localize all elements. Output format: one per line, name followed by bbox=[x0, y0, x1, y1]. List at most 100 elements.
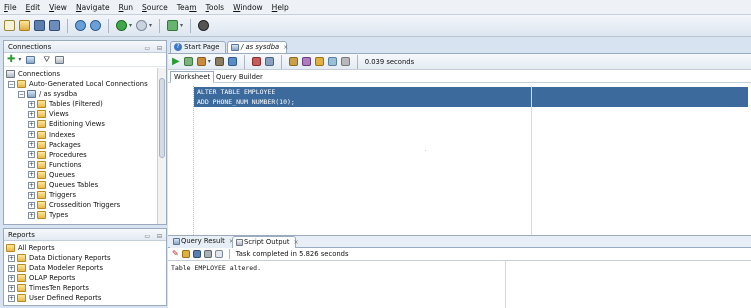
close-icon[interactable]: × bbox=[293, 239, 298, 246]
menu-window[interactable]: Window bbox=[233, 0, 263, 15]
add-connection-icon[interactable]: ✚ bbox=[7, 54, 15, 65]
run-script-icon[interactable] bbox=[183, 57, 193, 66]
report-node[interactable]: + OLAP Reports bbox=[6, 273, 166, 283]
expand-icon[interactable]: + bbox=[28, 161, 35, 169]
save-icon[interactable] bbox=[192, 250, 201, 258]
commit-icon[interactable] bbox=[227, 57, 237, 66]
tree-node[interactable]: + Editioning Views bbox=[6, 119, 166, 129]
tree-node[interactable]: + Types bbox=[6, 210, 166, 220]
minimize-icon[interactable]: ▭ bbox=[144, 43, 150, 55]
tree-connection[interactable]: − / as sysdba bbox=[6, 89, 166, 99]
expand-icon[interactable]: + bbox=[8, 264, 15, 272]
tree-node[interactable]: + Crossedition Triggers bbox=[6, 200, 166, 210]
subtab-query-builder[interactable]: Query Builder bbox=[216, 72, 263, 83]
connection-dropdown-icon[interactable]: ▾ bbox=[180, 22, 183, 29]
tree-node[interactable]: + Queues bbox=[6, 170, 166, 180]
connection-icon[interactable] bbox=[167, 20, 179, 31]
expand-icon[interactable]: + bbox=[28, 181, 35, 189]
rollback-icon[interactable] bbox=[251, 57, 261, 66]
tab-script-output[interactable]: Script Output × bbox=[232, 236, 299, 248]
expand-icon[interactable]: + bbox=[8, 274, 15, 282]
tree-node[interactable]: + Views bbox=[6, 109, 166, 119]
menu-help[interactable]: Help bbox=[272, 0, 289, 15]
format-icon[interactable] bbox=[301, 57, 311, 66]
new-file-icon[interactable] bbox=[4, 20, 15, 31]
save-all-icon[interactable] bbox=[49, 20, 60, 31]
sql-history-icon[interactable] bbox=[264, 57, 274, 66]
expand-icon[interactable]: + bbox=[28, 100, 35, 108]
tree-group[interactable]: − Auto-Generated Local Connections bbox=[6, 79, 166, 89]
unshared-worksheet-icon[interactable] bbox=[340, 57, 350, 66]
eraser-icon[interactable] bbox=[314, 57, 324, 66]
menu-navigate[interactable]: Navigate bbox=[76, 0, 110, 15]
tree-root-connections[interactable]: Connections bbox=[6, 69, 166, 79]
expand-icon[interactable]: + bbox=[28, 131, 35, 139]
forward-dropdown-icon[interactable]: ▾ bbox=[149, 22, 152, 29]
sql-editor[interactable]: ALTER TABLE EMPLOYEE ADD PHONE_NUM NUMBE… bbox=[168, 86, 751, 241]
tree-node[interactable]: + Tables (Filtered) bbox=[6, 99, 166, 109]
tree-node[interactable]: + Packages bbox=[6, 140, 166, 150]
tab-start-page[interactable]: ? Start Page bbox=[170, 41, 226, 53]
expand-icon[interactable]: + bbox=[28, 211, 35, 219]
add-dropdown-icon[interactable]: ▾ bbox=[18, 56, 21, 63]
redo-icon[interactable] bbox=[90, 20, 101, 31]
save-icon[interactable] bbox=[34, 20, 45, 31]
tree-node[interactable]: + Functions bbox=[6, 160, 166, 170]
expand-icon[interactable]: + bbox=[28, 191, 35, 199]
report-node[interactable]: + User Defined Reports bbox=[6, 293, 166, 303]
tree-node[interactable]: + Queues Tables bbox=[6, 180, 166, 190]
tree-node[interactable]: + Procedures bbox=[6, 150, 166, 160]
restore-icon[interactable]: ⊟ bbox=[157, 231, 162, 243]
forward-icon[interactable] bbox=[136, 20, 148, 31]
scrollbar-thumb[interactable] bbox=[159, 78, 165, 158]
collapse-icon[interactable]: − bbox=[8, 80, 15, 88]
open-folder-icon[interactable] bbox=[19, 20, 30, 31]
tree-node[interactable]: + Indexes bbox=[6, 130, 166, 140]
back-icon[interactable] bbox=[116, 20, 127, 31]
expand-icon[interactable]: + bbox=[8, 294, 15, 302]
expand-icon[interactable]: + bbox=[28, 110, 35, 118]
pin-icon[interactable]: ✎ bbox=[172, 250, 179, 258]
menu-team[interactable]: Team bbox=[177, 0, 197, 15]
expand-icon[interactable]: + bbox=[28, 201, 35, 209]
expand-icon[interactable]: + bbox=[8, 284, 15, 292]
tab-worksheet-sysdba[interactable]: / as sysdba × bbox=[227, 41, 288, 53]
report-node[interactable]: + Data Dictionary Reports bbox=[6, 253, 166, 263]
expand-icon[interactable]: + bbox=[8, 254, 15, 262]
expand-icon[interactable]: + bbox=[28, 141, 35, 149]
autotrace-icon[interactable] bbox=[196, 57, 206, 66]
autotrace-dropdown-icon[interactable]: ▾ bbox=[208, 58, 211, 65]
eraser-icon[interactable] bbox=[181, 250, 190, 258]
minimize-icon[interactable]: ▭ bbox=[144, 231, 150, 243]
menu-edit[interactable]: Edit bbox=[26, 0, 41, 15]
tree-root-reports[interactable]: All Reports bbox=[6, 243, 166, 253]
print-icon[interactable] bbox=[203, 250, 212, 258]
restore-icon[interactable]: ⊟ bbox=[157, 43, 162, 55]
filter-icon[interactable]: ⛛ bbox=[43, 55, 50, 65]
expand-icon[interactable]: + bbox=[28, 120, 35, 128]
expand-icon[interactable]: + bbox=[28, 151, 35, 159]
menu-view[interactable]: View bbox=[49, 0, 67, 15]
expand-icon[interactable]: + bbox=[28, 171, 35, 179]
run-statement-icon[interactable]: ▶ bbox=[172, 56, 180, 67]
tree-node[interactable]: + Triggers bbox=[6, 190, 166, 200]
menu-tools[interactable]: Tools bbox=[206, 0, 224, 15]
document-icon[interactable] bbox=[214, 250, 223, 258]
refresh-icon[interactable] bbox=[55, 55, 65, 64]
connections-scrollbar[interactable] bbox=[157, 68, 166, 224]
tab-query-result[interactable]: Query Result× bbox=[170, 236, 234, 248]
menu-source[interactable]: Source bbox=[142, 0, 168, 15]
report-node[interactable]: + TimesTen Reports bbox=[6, 283, 166, 293]
clear-icon[interactable] bbox=[327, 57, 337, 66]
script-output-area[interactable]: Table EMPLOYEE altered. bbox=[168, 261, 751, 308]
monitor-icon[interactable] bbox=[198, 20, 210, 31]
back-dropdown-icon[interactable]: ▾ bbox=[129, 22, 132, 29]
tuning-advisor-icon[interactable] bbox=[288, 57, 298, 66]
schema-browser-icon[interactable] bbox=[26, 55, 36, 64]
report-node[interactable]: + Data Modeler Reports bbox=[6, 263, 166, 273]
undo-icon[interactable] bbox=[75, 20, 86, 31]
close-icon[interactable]: × bbox=[283, 44, 288, 51]
menu-run[interactable]: Run bbox=[119, 0, 133, 15]
collapse-icon[interactable]: − bbox=[18, 90, 25, 98]
explain-plan-icon[interactable] bbox=[214, 57, 224, 66]
